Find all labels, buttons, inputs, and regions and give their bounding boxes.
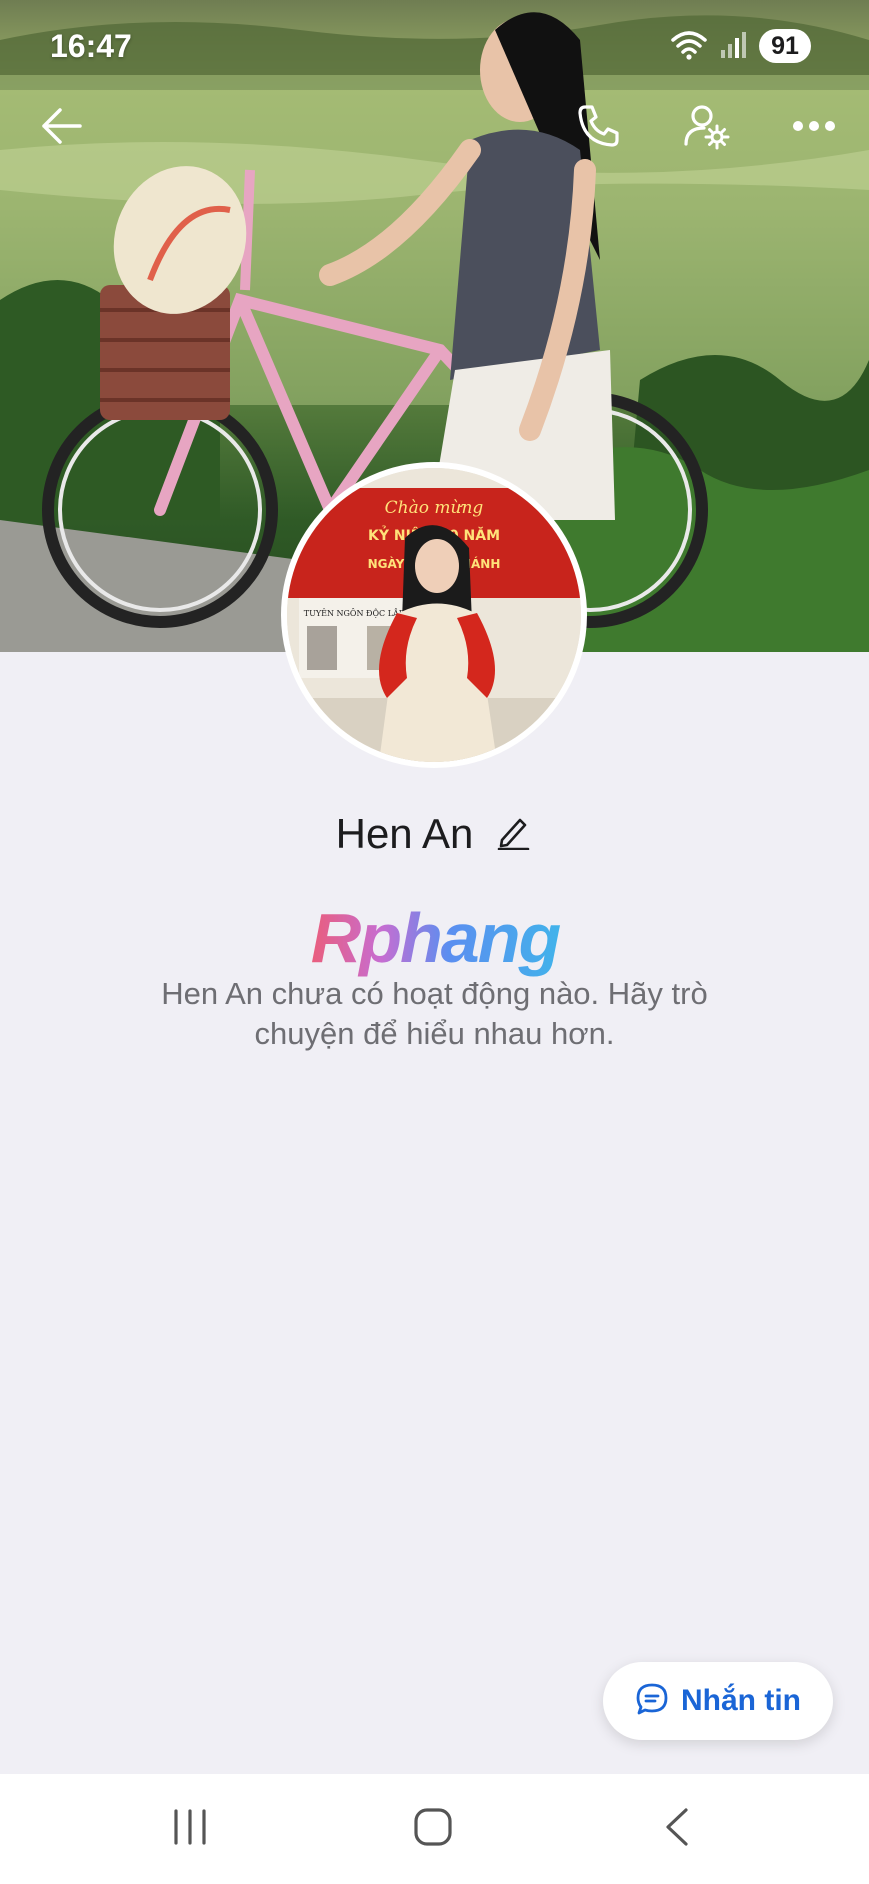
chat-bubble-icon	[635, 1682, 669, 1721]
system-back-button[interactable]	[637, 1794, 717, 1864]
profile-avatar[interactable]: Chào mừng KỶ NIỆM 80 NĂM NGÀY QUỐC KHÁNH…	[281, 462, 587, 768]
system-nav-bar	[0, 1774, 869, 1884]
more-options-icon	[792, 119, 836, 138]
profile-name: Hen An	[335, 810, 474, 857]
home-button[interactable]	[393, 1794, 473, 1864]
avatar-illustration: Chào mừng KỶ NIỆM 80 NĂM NGÀY QUỐC KHÁNH…	[287, 468, 581, 762]
send-message-button[interactable]: Nhắn tin	[603, 1662, 833, 1740]
send-message-label: Nhắn tin	[681, 1684, 801, 1717]
recent-apps-button[interactable]	[150, 1794, 230, 1864]
banner-line1: Chào mừng	[385, 498, 484, 518]
pencil-icon	[496, 814, 530, 855]
battery-icon: 91	[759, 29, 811, 63]
phone-call-icon	[575, 103, 621, 154]
cellular-signal-icon	[719, 28, 749, 65]
user-settings-icon	[682, 102, 730, 155]
profile-name-row: Hen An	[0, 806, 869, 862]
call-button[interactable]	[566, 96, 630, 160]
empty-state-message: Hen An chưa có hoạt động nào. Hãy trò ch…	[161, 976, 708, 1051]
wifi-icon	[669, 28, 709, 65]
status-icons: 91	[669, 28, 811, 64]
recent-apps-icon	[170, 1808, 210, 1850]
more-options-button[interactable]	[782, 96, 846, 160]
user-settings-button[interactable]	[674, 96, 738, 160]
edit-name-button[interactable]	[493, 814, 533, 854]
back-button[interactable]	[30, 96, 94, 160]
status-time: 16:47	[50, 28, 132, 64]
home-icon	[413, 1807, 453, 1852]
poster-sign: TUYÊN NGÔN ĐỘC LẬP	[304, 609, 405, 618]
back-arrow-icon	[40, 106, 84, 151]
watermark-logo: Rphang	[300, 898, 570, 978]
back-icon	[662, 1807, 692, 1852]
